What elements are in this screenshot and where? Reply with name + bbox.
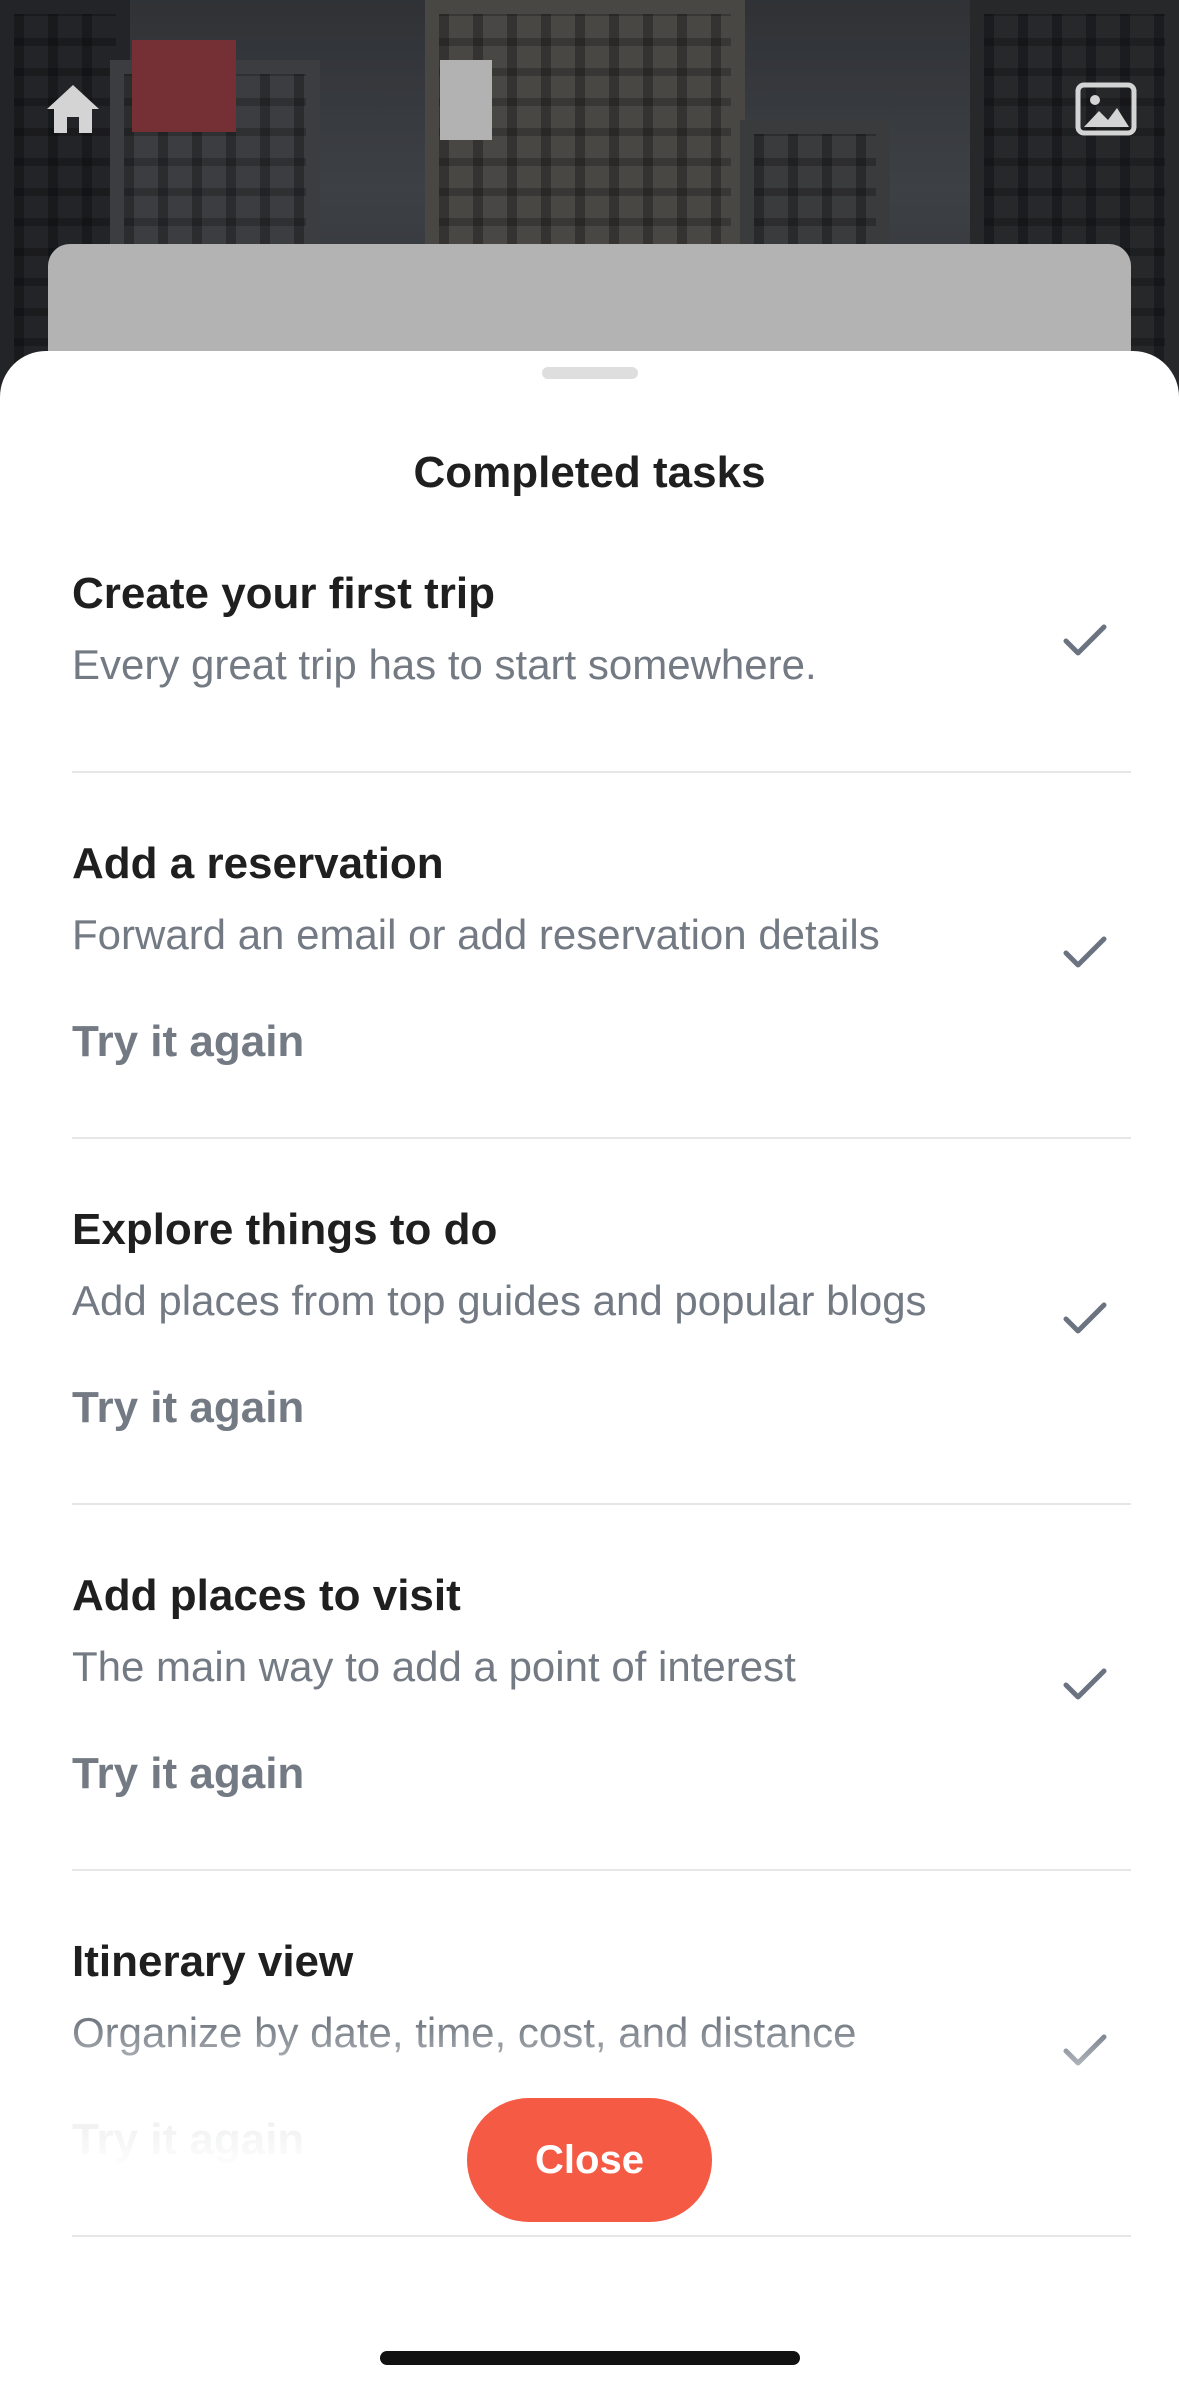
- try-again-link[interactable]: Try it again: [72, 1017, 304, 1067]
- list-item: Create your first trip Every great trip …: [72, 501, 1131, 773]
- task-description: Forward an email or add reservation deta…: [72, 911, 880, 958]
- home-icon: [47, 85, 99, 133]
- task-description: The main way to add a point of interest: [72, 1643, 796, 1690]
- list-item: Explore things to do Add places from top…: [72, 1139, 1131, 1505]
- try-again-link[interactable]: Try it again: [72, 1383, 304, 1433]
- task-title: Itinerary view: [72, 1937, 354, 1986]
- image-icon: [1075, 82, 1137, 136]
- task-title: Create your first trip: [72, 569, 495, 618]
- list-item: Add places to visit The main way to add …: [72, 1505, 1131, 1871]
- checkmark-icon: [1061, 621, 1109, 661]
- try-again-link[interactable]: Try it again: [72, 1749, 304, 1799]
- task-description: Every great trip has to start somewhere.: [72, 641, 817, 688]
- task-title: Add places to visit: [72, 1571, 461, 1620]
- task-description: Organize by date, time, cost, and distan…: [72, 2009, 857, 2056]
- checkmark-icon: [1061, 1299, 1109, 1339]
- try-again-link[interactable]: Try it again: [72, 2115, 304, 2165]
- task-description: Add places from top guides and popular b…: [72, 1277, 927, 1324]
- sheet-title: Completed tasks: [413, 448, 766, 497]
- task-title: Add a reservation: [72, 839, 444, 888]
- change-cover-photo-button[interactable]: [1073, 76, 1139, 142]
- checkmark-icon: [1061, 1665, 1109, 1705]
- checkmark-icon: [1061, 2031, 1109, 2071]
- home-indicator[interactable]: [380, 2351, 800, 2365]
- completed-tasks-sheet: Completed tasks Create your first trip E…: [0, 351, 1179, 2396]
- home-button[interactable]: [40, 76, 106, 142]
- checkmark-icon: [1061, 933, 1109, 973]
- task-title: Explore things to do: [72, 1205, 498, 1254]
- close-button[interactable]: Close: [467, 2098, 712, 2222]
- sheet-grabber[interactable]: [542, 367, 638, 379]
- app-screen: Completed tasks Create your first trip E…: [0, 0, 1179, 2396]
- list-item: Add a reservation Forward an email or ad…: [72, 773, 1131, 1139]
